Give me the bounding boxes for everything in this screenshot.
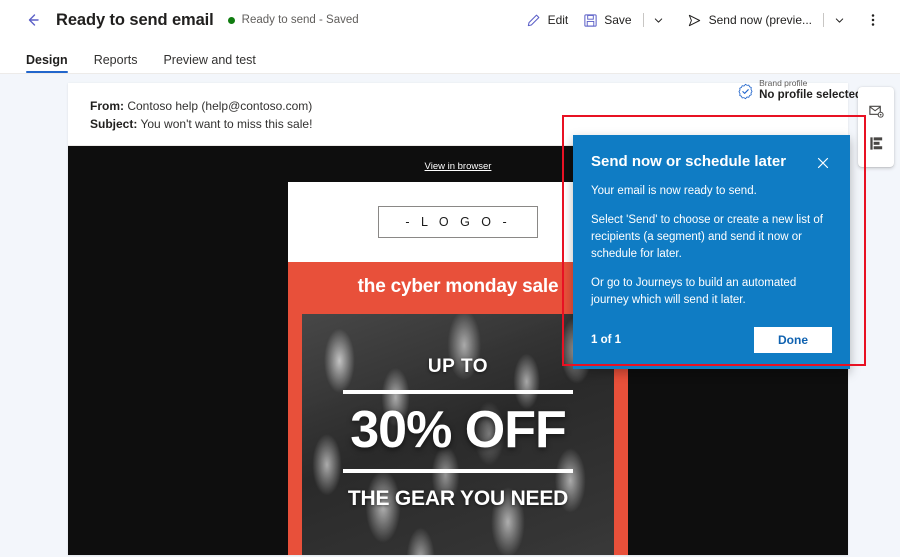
from-label: From: <box>90 99 124 113</box>
edit-button[interactable]: Edit <box>519 6 576 34</box>
hero-subline-text: THE GEAR YOU NEED <box>347 487 569 511</box>
save-button[interactable]: Save <box>575 6 638 34</box>
send-now-label: Send now (previe... <box>708 13 812 27</box>
hero-rule-top <box>342 390 574 394</box>
from-value: Contoso help (help@contoso.com) <box>127 99 313 113</box>
tab-preview-and-test[interactable]: Preview and test <box>163 53 255 73</box>
brand-profile-value: No profile selected <box>759 88 862 101</box>
save-chevron-down-icon[interactable] <box>648 6 670 34</box>
more-options-icon[interactable] <box>860 6 886 34</box>
callout-footer: 1 of 1 Done <box>591 327 832 354</box>
workspace: Brand profile No profile selected From: … <box>0 75 900 557</box>
hero-image: UP TO 30% OFF THE GEAR YOU NEED <box>302 314 614 555</box>
tab-bar: Design Reports Preview and test <box>0 40 900 74</box>
send-split-separator <box>823 13 824 27</box>
command-bar: Ready to send email Ready to send - Save… <box>0 0 900 40</box>
pencil-icon <box>526 12 542 28</box>
send-paper-plane-icon <box>687 12 703 28</box>
email-settings-icon[interactable] <box>863 98 889 124</box>
save-split-separator <box>642 13 644 27</box>
done-button[interactable]: Done <box>754 327 832 354</box>
edit-label: Edit <box>547 13 569 27</box>
subject-label: Subject: <box>90 117 138 131</box>
send-now-button[interactable]: Send now (previe... <box>680 6 819 34</box>
status-label: Ready to send - Saved <box>241 14 359 26</box>
send-chevron-down-icon[interactable] <box>828 6 850 34</box>
hero-rule-bottom <box>342 469 574 474</box>
layout-blocks-icon[interactable] <box>863 130 889 156</box>
tab-reports[interactable]: Reports <box>94 53 138 73</box>
callout-paragraph-2: Select 'Send' to choose or create a new … <box>591 214 823 261</box>
callout-paragraph-3: Or go to Journeys to build an automated … <box>591 277 797 307</box>
brand-profile[interactable]: Brand profile No profile selected <box>737 78 862 102</box>
page-title: Ready to send email <box>56 10 214 29</box>
email-subject-row: Subject: You won't want to miss this sal… <box>90 115 826 133</box>
save-label: Save <box>604 13 632 27</box>
tool-rail <box>858 87 894 167</box>
hero-text-overlay: UP TO 30% OFF THE GEAR YOU NEED <box>302 356 614 511</box>
save-disk-icon <box>582 12 598 28</box>
verified-badge-icon <box>737 83 754 100</box>
email-from-row: From: Contoso help (help@contoso.com) <box>90 97 826 115</box>
logo-placeholder: - L O G O - <box>378 206 538 238</box>
command-bar-actions: Edit Save Send now (previe... <box>519 6 886 34</box>
callout-header: Send now or schedule later <box>591 153 832 172</box>
status-badge: Ready to send - Saved <box>227 14 359 26</box>
status-dot-icon <box>227 16 235 24</box>
brand-profile-label: Brand profile <box>759 78 808 88</box>
hero-discount-text: 30% OFF <box>350 401 567 459</box>
view-in-browser-link[interactable]: View in browser <box>425 161 492 172</box>
subject-value: You won't want to miss this sale! <box>140 117 313 131</box>
teaching-callout: Send now or schedule later Your email is… <box>573 135 850 370</box>
tab-design[interactable]: Design <box>26 53 68 73</box>
hero-up-to-text: UP TO <box>427 356 489 377</box>
back-arrow-icon[interactable] <box>22 9 44 31</box>
callout-title: Send now or schedule later <box>591 153 787 170</box>
brand-profile-texts: Brand profile No profile selected <box>759 78 862 102</box>
callout-step-counter: 1 of 1 <box>591 334 622 347</box>
close-icon[interactable] <box>814 154 832 172</box>
callout-paragraph-1: Your email is now ready to send. <box>591 185 757 197</box>
